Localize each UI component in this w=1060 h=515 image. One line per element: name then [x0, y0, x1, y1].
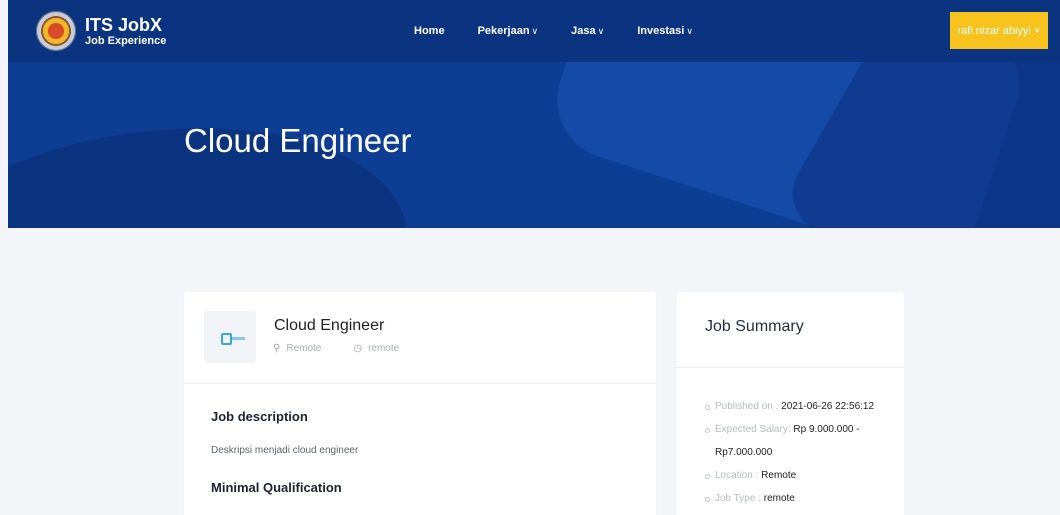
summary-label: Expected Salary:	[715, 424, 791, 435]
hero-decoration	[8, 97, 424, 228]
hero-banner: Cloud Engineer	[8, 62, 1060, 228]
chevron-down-icon: ∨	[597, 26, 605, 36]
job-detail-card: Cloud Engineer ⚲ Remote ◷ remote Job des…	[184, 292, 656, 515]
page-title: Cloud Engineer	[184, 122, 412, 159]
job-type: remote	[368, 343, 400, 354]
job-summary-card: Job Summary Published on : 2021-06-26 22…	[677, 292, 904, 515]
brand-subtitle: Job Experience	[85, 34, 167, 47]
brand-name: ITS JobX	[85, 14, 163, 35]
nav-item-home[interactable]: Home	[414, 25, 445, 37]
job-location: Remote	[286, 343, 322, 354]
page: ITS JobX Job Experience Home Pekerjaan ∨ …	[8, 0, 1060, 515]
job-summary-title: Job Summary	[705, 318, 804, 335]
job-description-title: Job description	[211, 409, 308, 424]
nav-item-pekerjaan[interactable]: Pekerjaan ∨	[478, 25, 539, 37]
job-title: Cloud Engineer	[274, 317, 385, 334]
nav-item-label: Jasa	[571, 25, 596, 37]
summary-value: remote	[763, 493, 795, 504]
summary-value: Remote	[761, 470, 797, 481]
summary-value: 2021-06-26 22:56:12	[781, 401, 875, 412]
summary-published: Published on : 2021-06-26 22:56:12	[705, 395, 900, 418]
summary-label: Location :	[715, 470, 759, 481]
divider	[184, 383, 656, 384]
summary-salary: Expected Salary: Rp 9.000.000 - Rp7.000.…	[705, 418, 900, 464]
nav-item-jasa[interactable]: Jasa ∨	[571, 25, 604, 37]
company-logo-mark	[221, 333, 232, 345]
divider	[677, 367, 904, 368]
chevron-down-icon: ∨	[686, 26, 693, 36]
job-description-text: Deskripsi menjadi cloud engineer	[211, 445, 359, 456]
navbar: ITS JobX Job Experience Home Pekerjaan ∨ …	[8, 0, 1060, 62]
map-pin-icon: ⚲	[273, 343, 281, 354]
brand[interactable]: ITS JobX Job Experience	[36, 11, 166, 51]
user-menu-button[interactable]: rafi nizar abiyyi ∨	[950, 12, 1048, 49]
nav-item-label: Home	[414, 25, 445, 37]
job-summary-list: Published on : 2021-06-26 22:56:12 Expec…	[705, 395, 900, 510]
user-name: rafi nizar abiyyi	[957, 24, 1031, 37]
university-seal-icon	[36, 11, 76, 51]
chevron-down-icon: ∨	[531, 26, 539, 36]
nav-item-investasi[interactable]: Investasi ∨	[637, 25, 693, 37]
summary-job-type: Job Type : remote	[705, 487, 900, 510]
company-logo	[204, 311, 256, 363]
company-logo-bar	[232, 337, 245, 340]
minimal-qualification-title: Minimal Qualification	[211, 480, 342, 495]
summary-label: Published on :	[715, 401, 779, 412]
summary-location: Location : Remote	[705, 464, 900, 487]
nav-menu: Home Pekerjaan ∨ Jasa ∨ Investasi ∨	[414, 0, 726, 62]
nav-item-label: Pekerjaan	[477, 25, 530, 37]
summary-label: Job Type :	[715, 493, 761, 504]
clock-icon: ◷	[353, 343, 363, 354]
job-meta: ⚲ Remote ◷ remote	[273, 343, 399, 354]
chevron-down-icon: ∨	[1033, 25, 1041, 35]
nav-item-label: Investasi	[637, 25, 685, 37]
brand-text: ITS JobX Job Experience	[85, 16, 166, 47]
